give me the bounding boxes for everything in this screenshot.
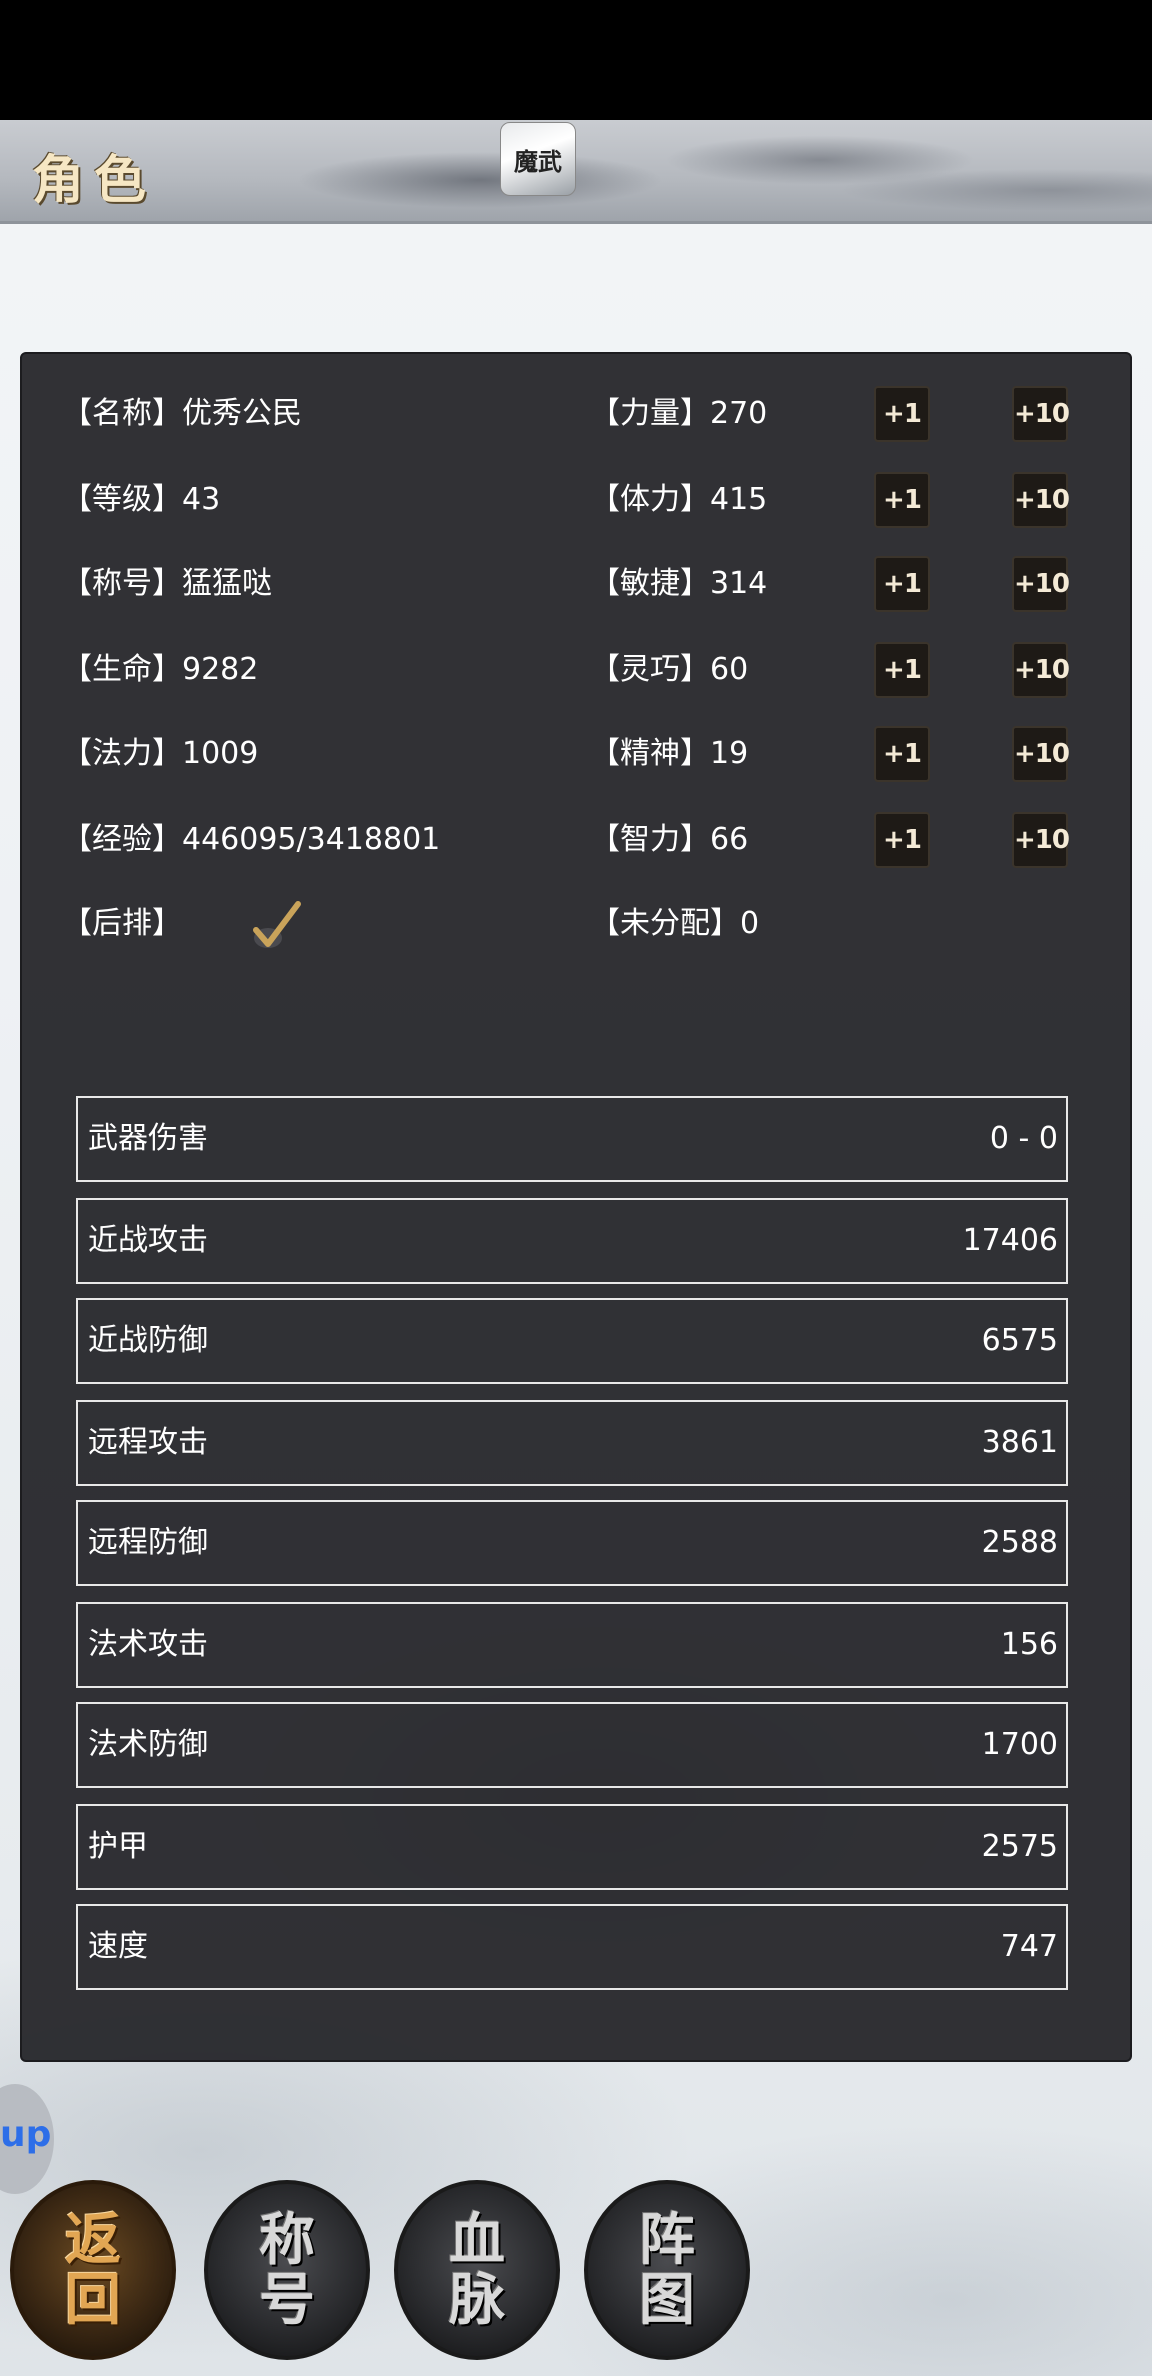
stat-weapon-damage: 武器伤害 0 - 0 — [76, 1096, 1068, 1182]
page-title: 角色 — [32, 150, 157, 211]
agility-plus10-button[interactable]: +10 — [1012, 556, 1070, 612]
stat-magic-attack: 法术攻击 156 — [76, 1602, 1068, 1688]
strength-plus1-button[interactable]: +1 — [874, 386, 930, 442]
stat-label: 武器伤害 — [88, 1121, 208, 1156]
dexterity-plus10-button[interactable]: +10 — [1012, 642, 1070, 698]
stat-value: 6575 — [981, 1323, 1058, 1358]
attr-unassigned: 【未分配】0 — [590, 906, 760, 941]
stat-label: 法术攻击 — [88, 1627, 208, 1662]
app-logo-icon[interactable]: 魔武 — [500, 122, 576, 196]
stat-label: 远程防御 — [88, 1525, 208, 1560]
attr-row: 【生命】9282 【灵巧】60 +1 +10 — [22, 640, 1130, 700]
attr-back-row: 【后排】 — [62, 894, 301, 954]
attr-row: 【等级】43 【体力】415 +1 +10 — [22, 470, 1130, 530]
dexterity-plus1-button[interactable]: +1 — [874, 642, 930, 698]
stat-value: 17406 — [962, 1223, 1058, 1258]
spirit-plus10-button[interactable]: +10 — [1012, 726, 1070, 782]
strength-plus10-button[interactable]: +10 — [1012, 386, 1070, 442]
back-button[interactable]: 返回 — [10, 2180, 176, 2360]
stat-magic-defense: 法术防御 1700 — [76, 1702, 1068, 1788]
stamina-plus1-button[interactable]: +1 — [874, 472, 930, 528]
nav-label: 称号 — [259, 2207, 315, 2333]
stat-ranged-defense: 远程防御 2588 — [76, 1500, 1068, 1586]
stat-melee-defense: 近战防御 6575 — [76, 1298, 1068, 1384]
attr-stamina: 【体力】415 — [590, 482, 768, 517]
attr-spirit: 【精神】19 — [590, 736, 749, 771]
attr-row: 【后排】 【未分配】0 — [22, 894, 1130, 954]
stat-value: 156 — [1000, 1627, 1058, 1662]
intelligence-plus10-button[interactable]: +10 — [1012, 812, 1070, 868]
attr-row: 【名称】优秀公民 【力量】270 +1 +10 — [22, 384, 1130, 444]
side-tab-label: up — [0, 2114, 52, 2155]
nav-label: 阵图 — [639, 2207, 695, 2333]
stat-melee-attack: 近战攻击 17406 — [76, 1198, 1068, 1284]
stamina-plus10-button[interactable]: +10 — [1012, 472, 1070, 528]
attr-name: 【名称】优秀公民 — [62, 396, 302, 431]
side-level-up-tab[interactable]: up — [0, 2084, 54, 2194]
app-logo-text: 魔武 — [514, 146, 562, 176]
stat-ranged-attack: 远程攻击 3861 — [76, 1400, 1068, 1486]
attr-exp: 【经验】446095/3418801 — [62, 822, 441, 857]
stat-armor: 护甲 2575 — [76, 1804, 1068, 1890]
title-nav-button[interactable]: 称号 — [204, 2180, 370, 2360]
attr-row: 【经验】446095/3418801 【智力】66 +1 +10 — [22, 810, 1130, 870]
attr-row: 【法力】1009 【精神】19 +1 +10 — [22, 724, 1130, 784]
attr-title: 【称号】猛猛哒 — [62, 566, 272, 601]
attr-hp: 【生命】9282 — [62, 652, 259, 687]
intelligence-plus1-button[interactable]: +1 — [874, 812, 930, 868]
attr-level: 【等级】43 — [62, 482, 221, 517]
stat-label: 近战攻击 — [88, 1223, 208, 1258]
status-bar — [0, 0, 1152, 120]
attr-row: 【称号】猛猛哒 【敏捷】314 +1 +10 — [22, 554, 1130, 614]
stat-label: 速度 — [88, 1929, 148, 1964]
attr-intelligence: 【智力】66 — [590, 822, 749, 857]
attr-dexterity: 【灵巧】60 — [590, 652, 749, 687]
header-bar: 角色 — [0, 120, 1152, 224]
stat-speed: 速度 747 — [76, 1904, 1068, 1990]
attr-mp: 【法力】1009 — [62, 736, 259, 771]
stat-value: 2588 — [981, 1525, 1058, 1560]
bloodline-nav-button[interactable]: 血脉 — [394, 2180, 560, 2360]
stat-value: 747 — [1000, 1929, 1058, 1964]
attr-strength: 【力量】270 — [590, 396, 768, 431]
stat-value: 0 - 0 — [989, 1121, 1058, 1156]
attr-agility: 【敏捷】314 — [590, 566, 768, 601]
character-panel: 【名称】优秀公民 【力量】270 +1 +10 【等级】43 【体力】415 +… — [20, 352, 1132, 2062]
stat-value: 3861 — [981, 1425, 1058, 1460]
stat-label: 近战防御 — [88, 1323, 208, 1358]
formation-nav-button[interactable]: 阵图 — [584, 2180, 750, 2360]
stat-label: 护甲 — [88, 1829, 148, 1864]
nav-label: 返回 — [65, 2207, 121, 2333]
stat-value: 1700 — [981, 1727, 1058, 1762]
nav-label: 血脉 — [449, 2207, 505, 2333]
stat-value: 2575 — [981, 1829, 1058, 1864]
stat-label: 远程攻击 — [88, 1425, 208, 1460]
checkmark-icon[interactable] — [246, 898, 306, 954]
stat-label: 法术防御 — [88, 1727, 208, 1762]
agility-plus1-button[interactable]: +1 — [874, 556, 930, 612]
spirit-plus1-button[interactable]: +1 — [874, 726, 930, 782]
